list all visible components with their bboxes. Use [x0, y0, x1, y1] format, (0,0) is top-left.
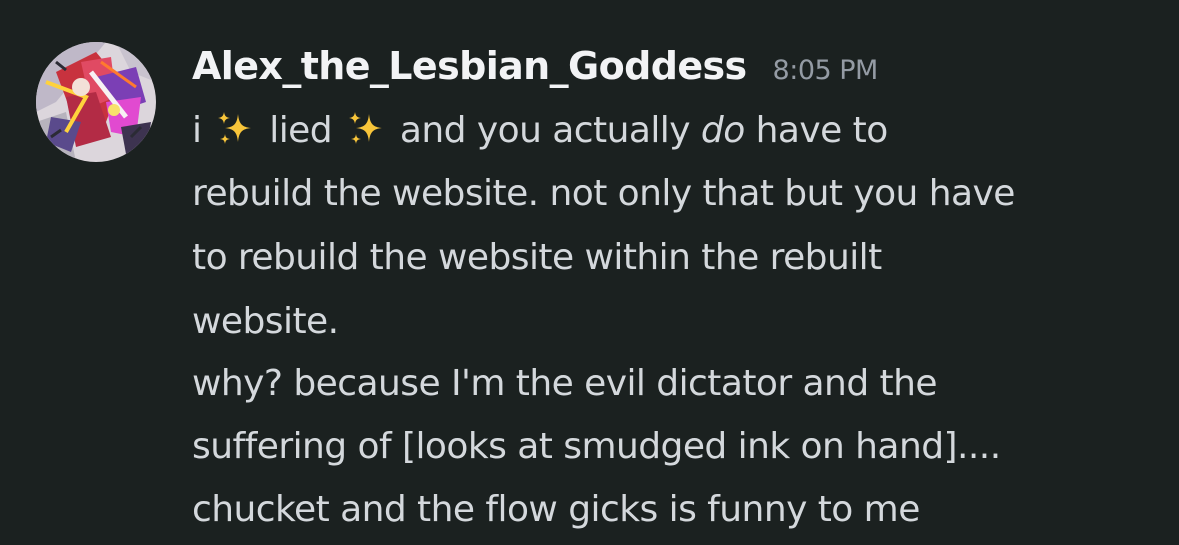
- message-line-7: chucket and the flow gicks is funny to m…: [192, 489, 920, 530]
- message-line-6: suffering of [looks at smudged ink on ha…: [192, 426, 1001, 467]
- message-line-3: to rebuild the website within the rebuil…: [192, 237, 882, 278]
- user-avatar[interactable]: [36, 42, 156, 162]
- message-line-4: website.: [192, 301, 339, 342]
- message-line-2: rebuild the website. not only that but y…: [192, 173, 1015, 214]
- message-timestamp: 8:05 PM: [772, 55, 879, 86]
- sparkles-icon: [347, 110, 385, 148]
- chat-message: Alex_the_Lesbian_Goddess 8:05 PM i lied …: [0, 0, 1179, 545]
- text-segment: have to: [755, 110, 889, 151]
- username[interactable]: Alex_the_Lesbian_Goddess: [192, 44, 747, 88]
- text-segment: and you actually: [399, 110, 691, 151]
- text-segment: lied: [269, 110, 333, 151]
- sparkles-icon: [216, 110, 254, 148]
- message-header: Alex_the_Lesbian_Goddess 8:05 PM: [192, 44, 878, 94]
- message-line-1: i lied and you actually do have to: [192, 109, 888, 153]
- emphasized-text: do: [700, 110, 745, 151]
- text-segment: i: [192, 110, 202, 151]
- message-line-5: why? because I'm the evil dictator and t…: [192, 363, 938, 404]
